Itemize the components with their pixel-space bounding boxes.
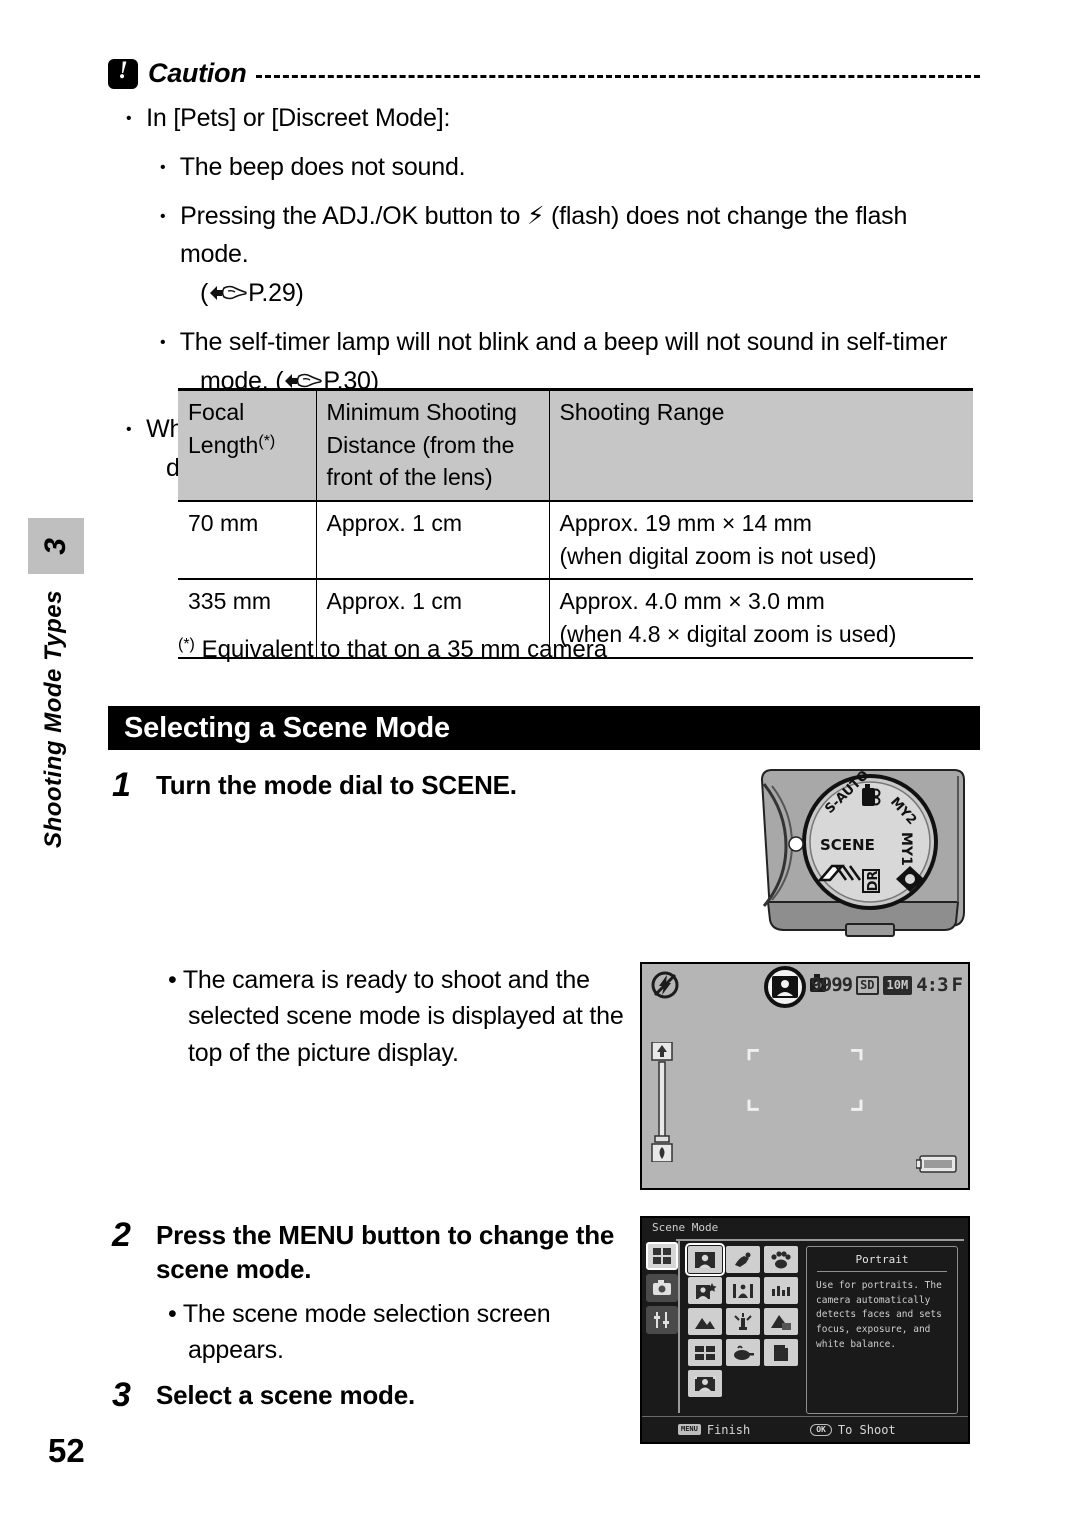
text-icon[interactable] [764,1339,798,1366]
step-2: 2 Press the MENU button to change the sc… [112,1218,632,1287]
sports-icon[interactable] [726,1246,760,1273]
discreet-icon[interactable] [764,1277,798,1304]
flash-icon: ⚡ [526,200,545,230]
battery-icon [915,1155,958,1178]
page-number: 52 [48,1432,85,1469]
scene-mode-screen-figure: Scene Mode Portrait Use for portraits. T… [640,1216,970,1444]
step-3: 3 Select a scene mode. [112,1378,612,1412]
svg-text:MY1: MY1 [898,832,914,866]
menu-key-icon: MENU [678,1424,701,1435]
ok-shoot-label: To Shoot [837,1422,896,1437]
cell-focal-length: 70 mm [178,500,317,581]
caution-bullet-2: The beep does not sound. [180,148,980,187]
cooking-icon[interactable] [726,1339,760,1366]
group-portrait-icon[interactable] [688,1370,722,1397]
night-landscape-icon[interactable] [726,1277,760,1304]
caution-bullet-1: In [Pets] or [Discreet Mode]: [146,99,980,138]
scene-description-panel: Portrait Use for portraits. The camera a… [806,1246,958,1414]
caution-title: Caution [148,58,247,88]
table-footnote: (*) Equivalent to that on a 35 mm camera [178,636,608,663]
chapter-tab: 3 [28,518,84,574]
table-header-min-distance: Minimum Shooting Distance (from the fron… [316,387,550,502]
chapter-number: 3 [39,537,72,555]
table-header-row: Focal Length(*) Minimum Shooting Distanc… [178,387,973,502]
pointing-hand-icon [208,284,248,304]
picture-display-figure: 9999 SD 10M 4:3 F [640,962,970,1190]
scene-screen-footer: MENU Finish OK To Shoot [642,1416,968,1442]
svg-text:SCENE: SCENE [820,836,875,854]
cell-shooting-range: Approx. 4.0 mm × 3.0 mm (when 4.8 × digi… [549,579,973,659]
section-heading-text: Selecting a Scene Mode [124,711,450,744]
scene-icon-grid [685,1243,798,1397]
caution-header: Caution [108,57,980,89]
chapter-label: Shooting Mode Types [40,590,67,848]
scene-screen-divider [676,1239,964,1241]
nightportrait-icon[interactable] [688,1277,722,1304]
caution-ref-1: (P.29) [200,279,304,307]
mode-dial-figure: SCENE S-AUTO MY2 MY1 DR [758,762,973,947]
table-row: 70 mm Approx. 1 cm Approx. 19 mm × 14 mm… [178,500,973,581]
highsens-icon[interactable] [726,1308,760,1335]
table-header-shooting-range: Shooting Range [549,387,973,502]
svg-text:DR: DR [866,871,881,892]
scene-screen-title: Scene Mode [652,1221,719,1234]
skew-correct-icon[interactable] [688,1339,722,1366]
pets-icon[interactable] [764,1246,798,1273]
zoom-macro-distance-table: Focal Length(*) Minimum Shooting Distanc… [178,387,973,659]
cell-min-distance: Approx. 1 cm [316,500,550,581]
caution-icon [108,57,138,89]
section-heading: Selecting a Scene Mode [108,706,980,750]
scene-description-text: Use for portraits. The camera automatica… [816,1280,942,1350]
portrait-icon[interactable] [685,1243,725,1276]
step-1-text: Turn the mode dial to SCENE. [156,770,517,800]
step-1: 1 Turn the mode dial to SCENE. [112,768,612,802]
zoom-macro-icon[interactable] [764,1308,798,1335]
menu-finish-label: Finish [706,1422,751,1437]
step-2-text: Press the MENU button to change the scen… [156,1220,615,1285]
landscape-icon[interactable] [688,1308,722,1335]
step-1-number: 1 [112,766,131,804]
caution-divider [256,75,980,78]
menu-finish-hint[interactable]: MENU Finish [678,1423,750,1437]
step-2-number: 2 [112,1216,131,1254]
scene-screen-tabs [646,1242,680,1338]
shooting-tab[interactable] [646,1274,678,1302]
ok-shoot-hint[interactable]: OK To Shoot [810,1422,896,1437]
scene-description-title: Portrait [855,1253,909,1266]
ok-key-icon: OK [810,1423,832,1436]
setup-tab[interactable] [646,1306,678,1334]
caution-bullet-3: Pressing the ADJ./OK button to ⚡ (flash)… [180,197,980,313]
cell-shooting-range: Approx. 19 mm × 14 mm (when digital zoom… [549,500,973,581]
step-3-number: 3 [112,1376,131,1414]
step-2-note: • The scene mode selection screen appear… [168,1300,551,1365]
step-3-text: Select a scene mode. [156,1380,416,1410]
step-1-note: • The camera is ready to shoot and the s… [168,966,624,1067]
scene-tab[interactable] [646,1242,678,1270]
table-header-focal-length: Focal Length(*) [178,387,317,502]
